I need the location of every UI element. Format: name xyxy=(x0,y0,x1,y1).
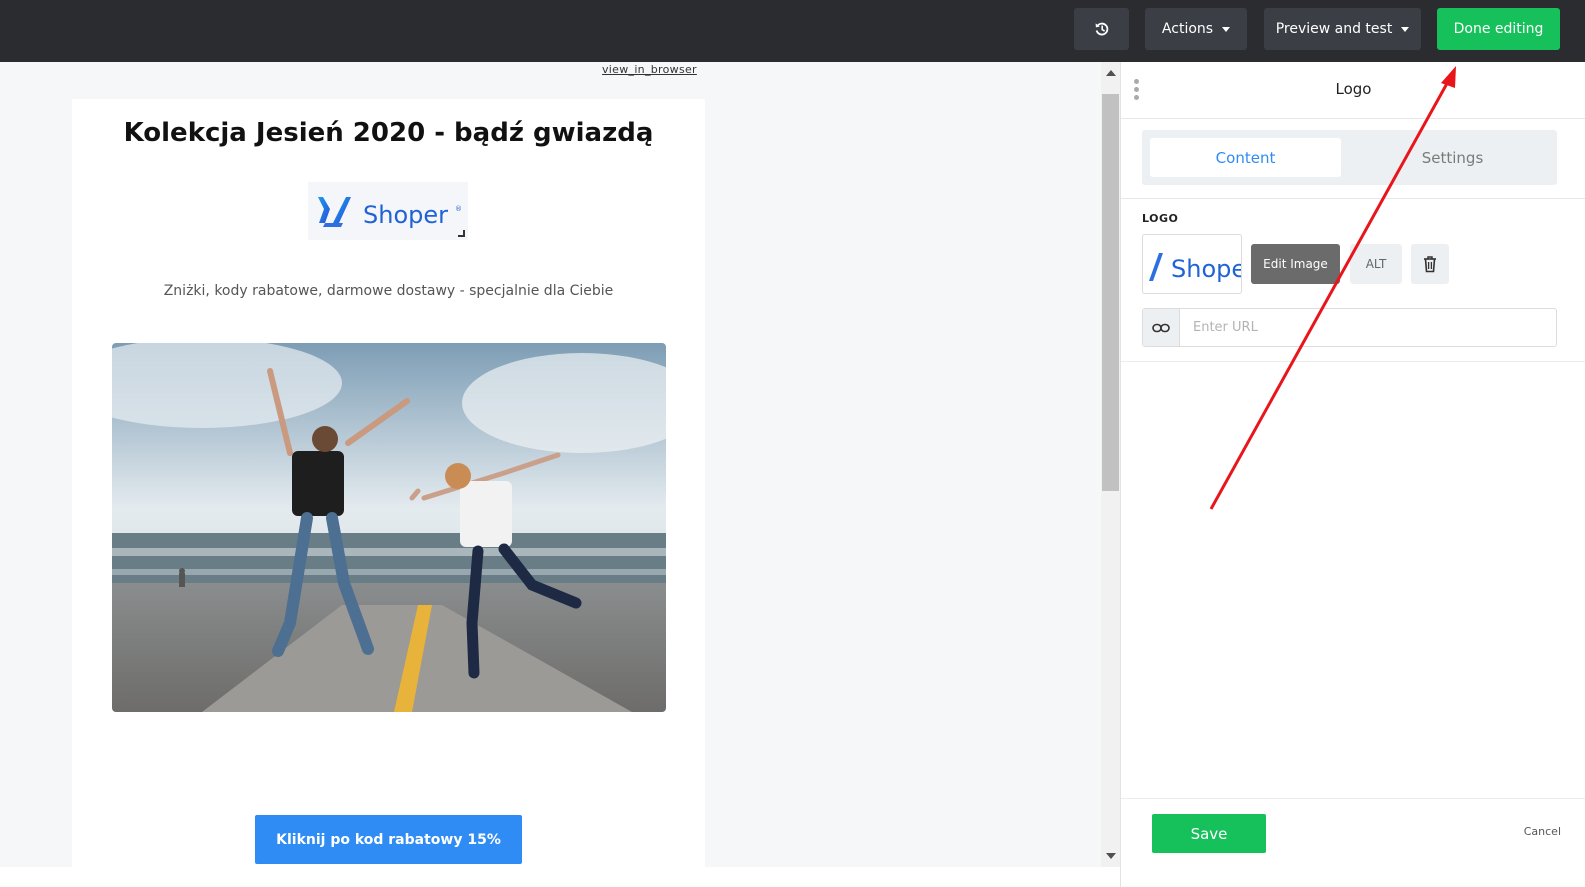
divider xyxy=(1121,361,1585,362)
view-in-browser-link[interactable]: view_in_browser xyxy=(602,63,697,76)
beach-photo xyxy=(112,343,666,712)
email-canvas: view_in_browser Kolekcja Jesień 2020 - b… xyxy=(0,62,1101,887)
divider xyxy=(1121,198,1585,199)
cancel-link[interactable]: Cancel xyxy=(1501,825,1561,838)
save-button[interactable]: Save xyxy=(1152,814,1266,853)
actions-label: Actions xyxy=(1161,21,1214,37)
history-icon xyxy=(1095,22,1108,36)
preview-label: Preview and test xyxy=(1275,21,1393,37)
resize-handle[interactable] xyxy=(458,230,465,237)
preview-and-test-button[interactable]: Preview and test xyxy=(1264,8,1421,50)
logo-section-label: LOGO xyxy=(1142,212,1179,225)
canvas-bottom-edge xyxy=(0,867,1120,887)
history-button[interactable] xyxy=(1074,8,1129,50)
divider xyxy=(1121,118,1585,119)
tab-content[interactable]: Content xyxy=(1150,138,1341,177)
link-icon xyxy=(1152,323,1170,332)
trash-icon xyxy=(1424,256,1436,273)
caret-down-icon xyxy=(1401,27,1410,32)
email-subtitle[interactable]: Zniżki, kody rabatowe, darmowe dostawy -… xyxy=(72,283,705,299)
hero-image[interactable] xyxy=(112,343,666,712)
done-editing-label: Done editing xyxy=(1453,21,1544,37)
edit-image-button[interactable]: Edit Image xyxy=(1251,244,1340,284)
panel-tabs: Content Settings xyxy=(1142,130,1557,185)
shoper-logo-thumbnail: Shope xyxy=(1149,253,1242,283)
properties-panel: Logo Content Settings LOGO Shope Edit Im… xyxy=(1120,62,1585,887)
alt-text-button[interactable]: ALT xyxy=(1350,244,1402,284)
actions-button[interactable]: Actions xyxy=(1145,8,1247,50)
done-editing-button[interactable]: Done editing xyxy=(1437,8,1560,50)
link-icon-box xyxy=(1143,309,1180,346)
scroll-down-arrow-icon[interactable] xyxy=(1106,853,1116,859)
delete-image-button[interactable] xyxy=(1411,244,1449,284)
svg-text:Shope: Shope xyxy=(1171,255,1242,283)
panel-title: Logo xyxy=(1335,80,1372,98)
logo-thumbnail[interactable]: Shope xyxy=(1142,234,1242,294)
email-body: Kolekcja Jesień 2020 - bądź gwiazdą Shop… xyxy=(72,99,705,887)
divider xyxy=(1121,798,1585,799)
scroll-up-arrow-icon[interactable] xyxy=(1106,70,1116,76)
email-headline[interactable]: Kolekcja Jesień 2020 - bądź gwiazdą xyxy=(72,118,705,148)
svg-text:Shoper: Shoper xyxy=(363,201,448,229)
top-toolbar: Actions Preview and test Done editing xyxy=(0,0,1585,62)
url-input[interactable] xyxy=(1181,309,1556,346)
email-logo-block[interactable]: Shoper ® xyxy=(308,182,468,240)
caret-down-icon xyxy=(1222,27,1231,32)
tab-settings[interactable]: Settings xyxy=(1356,138,1549,177)
svg-text:®: ® xyxy=(455,205,462,213)
link-url-row xyxy=(1142,308,1557,347)
shoper-logo: Shoper ® xyxy=(318,197,462,229)
canvas-scrollbar[interactable] xyxy=(1101,62,1120,867)
discount-cta-button[interactable]: Kliknij po kod rabatowy 15% xyxy=(255,815,522,864)
scrollbar-thumb[interactable] xyxy=(1102,94,1119,491)
